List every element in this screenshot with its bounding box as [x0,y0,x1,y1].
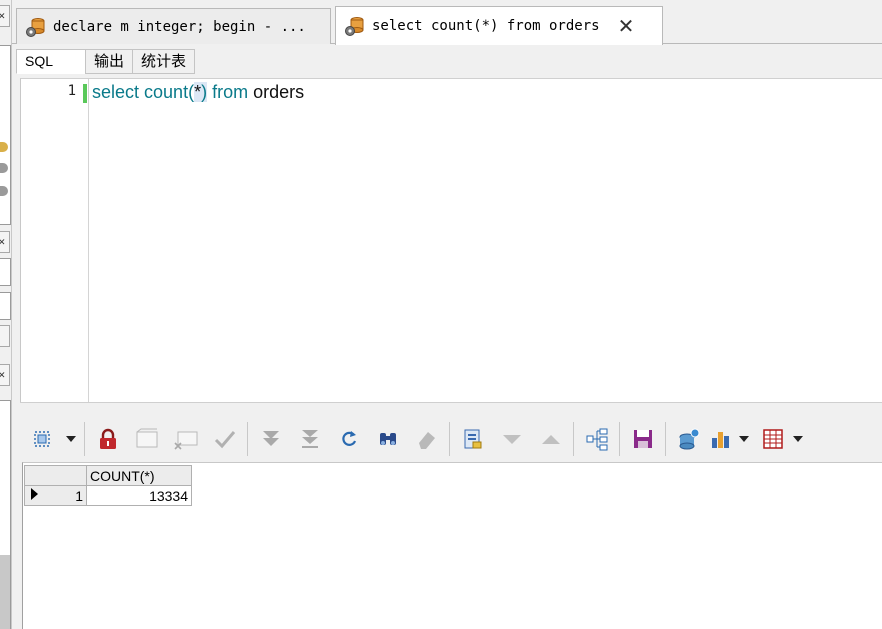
left-panel-scrollbar[interactable] [0,555,10,629]
left-panel-edge: ✕ ✕ ✕ [0,0,12,629]
left-panel-button[interactable]: ✕ [0,231,10,253]
row-number[interactable]: 1 [46,485,87,506]
next-icon[interactable] [492,423,531,455]
current-row-indicator-icon [23,485,47,506]
editor-results-splitter[interactable] [20,402,882,419]
table-row[interactable]: 1 13334 [23,485,192,506]
tab-label: declare m integer; begin - ... [53,18,306,35]
find-icon[interactable] [368,423,407,455]
results-table: COUNT(*) 1 13334 [23,465,192,506]
tab-declare-script[interactable]: declare m integer; begin - ... [16,8,331,44]
line-gutter: 1 [21,79,89,402]
function-count: count( [139,82,195,102]
post-changes-icon[interactable] [205,423,244,455]
last-page-icon[interactable] [251,423,290,455]
lock-icon[interactable] [88,423,127,455]
column-header-count[interactable]: COUNT(*) [86,465,192,486]
refresh-icon[interactable] [329,423,368,455]
keyword-select: select [92,82,140,102]
results-toolbar [22,419,882,459]
sql-editor[interactable]: 1 select count(*) from orders [20,78,882,402]
left-panel-list[interactable] [0,45,11,225]
editor-subtabs: SQL 输出 统计表 [16,49,196,74]
grid-options-icon[interactable] [758,423,788,455]
table-name: orders [248,82,305,102]
chevron-down-icon[interactable] [734,423,754,455]
grid-header-row: COUNT(*) [24,465,192,486]
document-tab-bar: declare m integer; begin - ... select co… [12,0,882,45]
export-icon[interactable] [669,423,708,455]
toolbar-separator [247,422,248,456]
toolbar-separator [84,422,85,456]
tree-view-icon[interactable] [577,423,616,455]
fetch-all-icon[interactable] [290,423,329,455]
chart-icon[interactable] [708,423,734,455]
chevron-down-icon[interactable] [788,423,808,455]
sql-code-line[interactable]: select count(*) from orders [92,82,304,103]
changed-line-marker [83,84,87,103]
insert-record-icon[interactable] [127,423,166,455]
tab-select-count[interactable]: select count(*) from orders ✕ [335,6,663,45]
left-panel-button[interactable]: ✕ [0,364,10,386]
query-by-example-icon[interactable] [453,423,492,455]
toolbar-separator [573,422,574,456]
line-number: 1 [67,83,76,99]
toolbar-separator [619,422,620,456]
left-panel-field[interactable] [0,258,11,286]
previous-icon[interactable] [531,423,570,455]
keyword-from: from [207,82,249,102]
save-icon[interactable] [623,423,662,455]
left-panel-field[interactable] [0,292,11,320]
left-panel-button[interactable]: ✕ [0,5,10,27]
tab-label: select count(*) from orders [372,18,600,34]
close-icon[interactable]: ✕ [618,16,635,36]
chevron-down-icon[interactable] [61,423,81,455]
sql-window-icon [25,16,47,38]
toolbar-separator [665,422,666,456]
clear-icon[interactable] [407,423,446,455]
delete-record-icon[interactable] [166,423,205,455]
count-cell[interactable]: 13334 [86,485,192,506]
tab-sql[interactable]: SQL [16,49,86,74]
left-panel-button[interactable] [0,325,10,347]
sql-window-icon [344,15,366,37]
grid-corner[interactable] [24,465,87,486]
select-mode-icon[interactable] [22,423,61,455]
results-grid[interactable]: COUNT(*) 1 13334 [22,462,882,629]
toolbar-separator [449,422,450,456]
tab-output[interactable]: 输出 [85,49,134,74]
tab-statistics[interactable]: 统计表 [132,49,196,74]
